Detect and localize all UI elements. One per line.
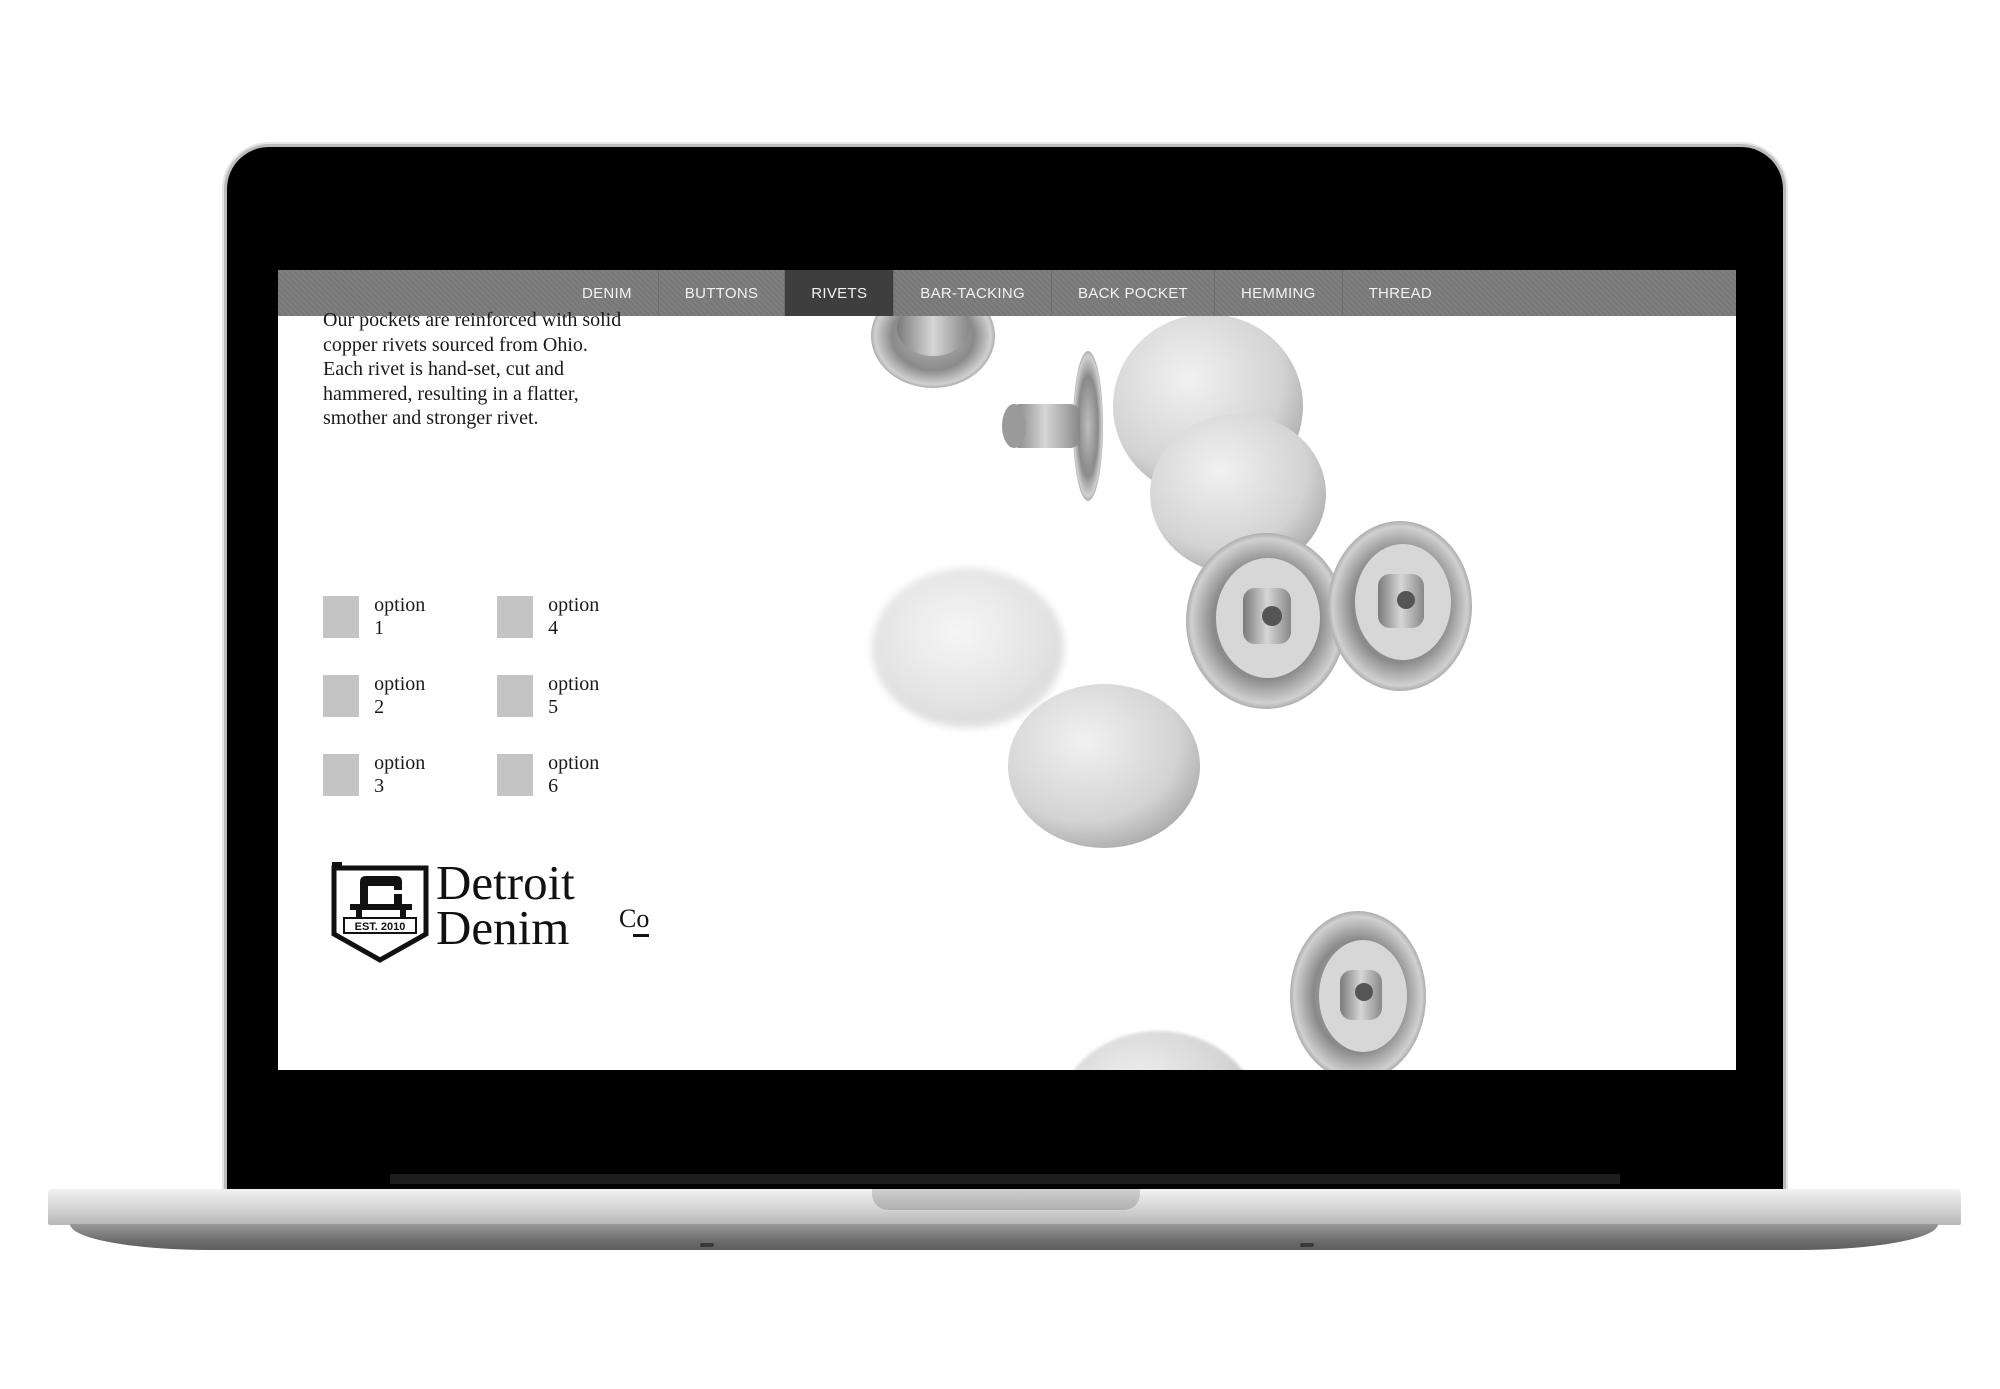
logo-wordmark: Detroit Denim [436,855,575,955]
laptop-foot [1300,1243,1314,1247]
option-label: option 1 [374,594,426,639]
logo-line-1: Detroit [436,855,575,910]
brand-logo[interactable]: EST. 2010 Detroit Denim Co [330,855,660,975]
option-swatch[interactable] [497,596,534,638]
option-6[interactable]: option 6 [497,752,605,798]
nav-item-label: BAR-TACKING [920,284,1025,302]
logo-co: Co [619,904,650,937]
option-swatch[interactable] [497,675,534,717]
laptop-notch [872,1189,1140,1210]
rivet [1002,351,1103,501]
rivet [1328,521,1472,691]
nav-item-hemming[interactable]: HEMMING [1213,270,1342,316]
option-label: option 4 [548,594,600,639]
nav-item-label: HEMMING [1240,284,1316,302]
option-label: option 6 [548,752,600,797]
rivet [871,316,995,388]
rivet-cap [872,568,1064,728]
intro-line: hammered, resulting in a flatter, [323,382,579,405]
nav-item-thread[interactable]: THREAD [1341,270,1458,316]
sewing-machine-badge-icon: EST. 2010 [331,862,429,963]
laptop-base-bottom [70,1224,1938,1250]
nav-item-buttons[interactable]: BUTTONS [657,270,785,316]
option-swatch[interactable] [323,596,360,638]
option-label: option 3 [374,752,426,797]
intro-line: copper rivets sourced from Ohio. [323,333,588,356]
logo-line-2: Denim [436,900,570,955]
laptop-hinge [390,1174,1620,1184]
option-swatch[interactable] [323,754,360,796]
option-5[interactable]: option 5 [497,673,605,719]
nav-item-bar-tacking[interactable]: BAR-TACKING [893,270,1051,316]
laptop-foot [700,1243,714,1247]
nav-item-label: BACK POCKET [1077,284,1188,302]
nav-item-label: BUTTONS [684,284,759,302]
option-1[interactable]: option 1 [323,594,431,640]
option-label: option 2 [374,673,426,718]
intro-line: smother and stronger rivet. [323,407,539,429]
svg-text:EST. 2010: EST. 2010 [355,921,406,933]
option-4[interactable]: option 4 [497,594,605,640]
rivet [1186,533,1346,709]
nav-item-label: DENIM [581,284,632,302]
option-2[interactable]: option 2 [323,673,431,719]
option-swatch[interactable] [323,675,360,717]
nav-item-label: THREAD [1368,284,1433,302]
intro-text: Our pockets are reinforced with solid co… [323,308,673,431]
intro-line: Our pockets are reinforced with solid [323,309,622,331]
option-swatch[interactable] [497,754,534,796]
nav-item-rivets[interactable]: RIVETS [784,270,894,316]
rivet [1008,684,1200,848]
intro-line: Each rivet is hand-set, cut and [323,358,565,380]
screen: DENIM BUTTONS RIVETS BAR-TACKING BACK PO… [278,270,1736,1070]
rivet [1290,911,1426,1070]
nav-item-label: RIVETS [811,284,868,302]
option-3[interactable]: option 3 [323,752,431,798]
nav-item-back-pocket[interactable]: BACK POCKET [1050,270,1214,316]
rivet-cap [1073,1031,1243,1070]
option-label: option 5 [548,673,600,718]
rivets-photo [871,316,1472,1070]
